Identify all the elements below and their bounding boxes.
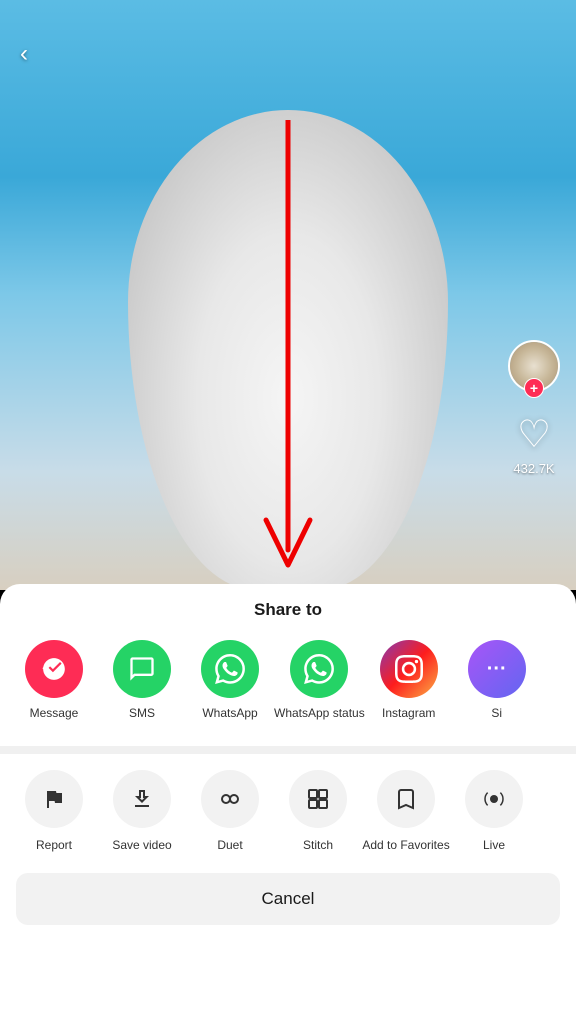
panel-divider	[0, 746, 576, 754]
sms-icon	[113, 640, 171, 698]
video-background	[0, 0, 576, 590]
share-app-more[interactable]: ··· Si	[453, 640, 541, 722]
action-live[interactable]: Live	[450, 770, 538, 854]
whatsapp-label: WhatsApp	[202, 706, 257, 722]
duet-icon	[201, 770, 259, 828]
like-button[interactable]: ♡ 432.7K	[513, 412, 554, 476]
add-favorites-icon	[377, 770, 435, 828]
share-app-whatsapp-status[interactable]: WhatsApp status	[274, 640, 365, 722]
action-duet[interactable]: Duet	[186, 770, 274, 854]
live-icon	[465, 770, 523, 828]
save-video-label: Save video	[112, 838, 171, 854]
stitch-label: Stitch	[303, 838, 333, 854]
action-list: Report Save video Duet	[0, 770, 576, 854]
share-app-sms[interactable]: SMS	[98, 640, 186, 722]
report-label: Report	[36, 838, 72, 854]
more-icon: ···	[468, 640, 526, 698]
share-apps-list: Message SMS WhatsApp	[0, 640, 576, 722]
action-save-video[interactable]: Save video	[98, 770, 186, 854]
heart-icon: ♡	[517, 412, 551, 457]
whatsapp-status-icon	[290, 640, 348, 698]
save-video-icon	[113, 770, 171, 828]
creator-avatar[interactable]: +	[508, 340, 560, 392]
instagram-icon	[380, 640, 438, 698]
message-icon	[25, 640, 83, 698]
right-action-bar: + ♡ 432.7K	[508, 340, 560, 476]
live-label: Live	[483, 838, 505, 854]
action-report[interactable]: Report	[10, 770, 98, 854]
share-panel: Share to Message SMS	[0, 584, 576, 1024]
whatsapp-status-label: WhatsApp status	[274, 706, 365, 722]
cancel-button[interactable]: Cancel	[16, 873, 560, 925]
stitch-icon	[289, 770, 347, 828]
action-stitch[interactable]: Stitch	[274, 770, 362, 854]
share-title: Share to	[0, 600, 576, 620]
cat-illustration	[128, 110, 448, 590]
message-label: Message	[30, 706, 79, 722]
instagram-label: Instagram	[382, 706, 435, 722]
share-app-instagram[interactable]: Instagram	[365, 640, 453, 722]
like-count: 432.7K	[513, 461, 554, 476]
share-app-message[interactable]: Message	[10, 640, 98, 722]
report-icon	[25, 770, 83, 828]
add-favorites-label: Add to Favorites	[362, 838, 449, 854]
more-label: Si	[491, 706, 502, 722]
share-app-whatsapp[interactable]: WhatsApp	[186, 640, 274, 722]
follow-badge[interactable]: +	[524, 378, 544, 398]
back-button[interactable]: ‹	[20, 40, 28, 68]
sms-label: SMS	[129, 706, 155, 722]
action-add-favorites[interactable]: Add to Favorites	[362, 770, 450, 854]
whatsapp-icon	[201, 640, 259, 698]
duet-label: Duet	[217, 838, 242, 854]
